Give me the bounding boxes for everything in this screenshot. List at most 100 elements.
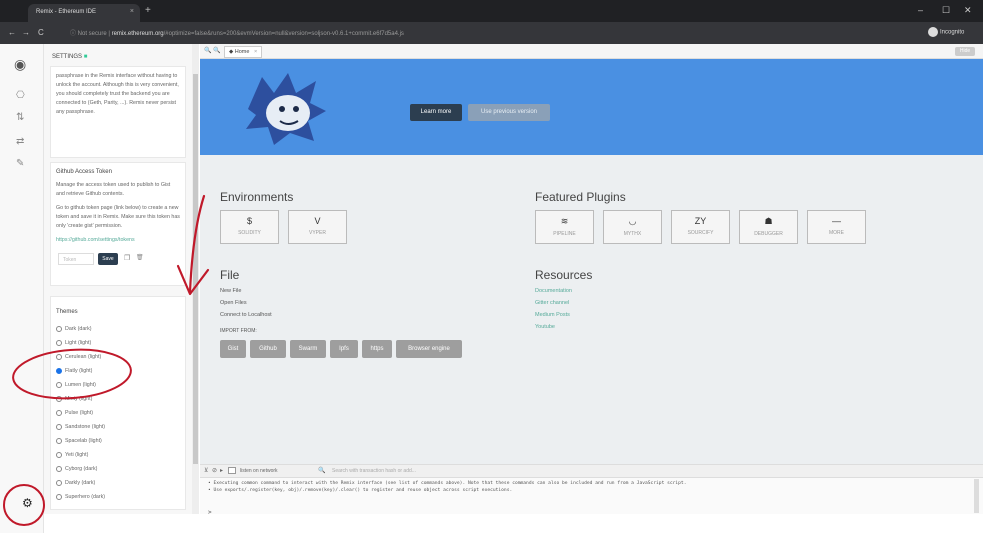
theme-option[interactable]: Yeti (light) [56, 451, 180, 465]
theme-radio[interactable] [56, 451, 62, 458]
mythx-icon: ◡ [628, 216, 637, 226]
theme-radio[interactable] [56, 325, 62, 332]
connect-localhost-link[interactable]: Connect to Localhost [220, 312, 272, 318]
new-file-link[interactable]: New File [220, 288, 241, 294]
browser-tab[interactable]: Remix - Ethereum IDE × [28, 4, 140, 22]
resources-title: Resources [535, 268, 593, 282]
file-explorer-icon[interactable]: ⎔ [16, 90, 25, 101]
deploy-icon[interactable]: ⇄ [16, 136, 24, 147]
theme-radio[interactable] [56, 339, 62, 346]
new-tab-button[interactable]: + [145, 5, 151, 16]
github-token-link[interactable]: https://github.com/settings/tokens [56, 236, 180, 245]
import-ipfs-button[interactable]: Ipfs [330, 340, 358, 358]
theme-list: Dark (dark) Light (light) Cerulean (light)… [56, 325, 180, 507]
use-previous-version-button[interactable]: Use previous version [468, 104, 550, 121]
theme-label: Cyborg (dark) [65, 466, 98, 472]
youtube-link[interactable]: Youtube [535, 324, 555, 330]
listen-checkbox[interactable] [228, 467, 236, 474]
gitter-link[interactable]: Gitter channel [535, 300, 569, 306]
minimize-icon[interactable]: – [918, 5, 923, 15]
security-indicator[interactable]: ⓘ Not secure [70, 31, 107, 37]
theme-radio[interactable] [56, 423, 62, 430]
maximize-icon[interactable]: ☐ [942, 5, 950, 16]
theme-option[interactable]: Cyborg (dark) [56, 465, 180, 479]
plugin-sourcify-button[interactable]: ZY SOURCIFY [671, 210, 730, 244]
environments-title: Environments [220, 190, 294, 204]
theme-option[interactable]: Flatly (light) [56, 367, 180, 381]
theme-option[interactable]: Darkly (dark) [56, 479, 180, 493]
theme-option[interactable]: Cerulean (light) [56, 353, 180, 367]
compiler-icon[interactable]: ⇅ [16, 112, 24, 123]
settings-gear-icon[interactable]: ⚙ [22, 496, 33, 510]
token-input[interactable]: Token [58, 253, 94, 265]
terminal-prompt[interactable]: > [208, 509, 212, 516]
hide-panel-button[interactable]: Hide [955, 47, 975, 56]
plugin-pipeline-button[interactable]: ≋ PIPELINE [535, 210, 594, 244]
plugin-debugger-button[interactable]: ☗ DEBUGGER [739, 210, 798, 244]
tab-close-icon[interactable]: × [130, 8, 134, 15]
theme-radio[interactable] [56, 465, 62, 472]
theme-radio[interactable] [56, 493, 62, 500]
copy-icon[interactable]: ❐ [124, 254, 130, 263]
theme-option[interactable]: Spacelab (light) [56, 437, 180, 451]
github-token-card: Github Access Token Manage the access to… [50, 162, 186, 286]
import-https-button[interactable]: https [362, 340, 392, 358]
save-token-button[interactable]: Save [98, 253, 118, 265]
import-github-button[interactable]: Github [250, 340, 286, 358]
settings-scrollbar[interactable] [192, 44, 199, 514]
zoom-in-icon[interactable]: 🔍 [213, 47, 220, 54]
theme-radio[interactable] [56, 367, 62, 374]
env-vyper-button[interactable]: V VYPER [288, 210, 347, 244]
tab-home[interactable]: ◆ Home × [224, 46, 263, 58]
theme-radio[interactable] [56, 353, 62, 360]
profile-avatar [928, 27, 938, 37]
remix-logo-icon[interactable]: ◉ [14, 56, 26, 73]
plugin-manager-icon[interactable]: ✎ [16, 158, 24, 169]
terminal-search-input[interactable]: Search with transaction hash or add... [332, 468, 416, 474]
theme-option[interactable]: Lumen (light) [56, 381, 180, 395]
terminal-scrollbar[interactable] [974, 479, 979, 513]
profile-button[interactable]: Incognito [928, 27, 964, 37]
theme-option[interactable]: Superhero (dark) [56, 493, 180, 507]
env-solidity-button[interactable]: $ SOLIDITY [220, 210, 279, 244]
import-gist-button[interactable]: Gist [220, 340, 246, 358]
home-tab-close-icon[interactable]: × [254, 49, 257, 55]
settings-title: SETTINGS [52, 54, 83, 60]
theme-radio[interactable] [56, 479, 62, 486]
theme-option[interactable]: Sandstone (light) [56, 423, 180, 437]
learn-more-button[interactable]: Learn more [410, 104, 462, 121]
theme-radio[interactable] [56, 437, 62, 444]
theme-radio[interactable] [56, 381, 62, 388]
close-window-icon[interactable]: ✕ [964, 5, 972, 16]
plugin-mythx-button[interactable]: ◡ MYTHX [603, 210, 662, 244]
theme-option[interactable]: Minty (light) [56, 395, 180, 409]
clear-terminal-icon[interactable]: ⊘ [212, 467, 217, 474]
toggle-terminal-icon[interactable]: ⊻ [204, 467, 208, 474]
theme-option[interactable]: Light (light) [56, 339, 180, 353]
theme-option[interactable]: Pulse (light) [56, 409, 180, 423]
pending-tx-icon[interactable]: ▸ [220, 467, 223, 474]
back-icon[interactable]: ← [8, 28, 16, 37]
passphrase-card: passphrase in the Remix interface withou… [50, 66, 186, 158]
delete-icon[interactable]: 🗑 [136, 254, 144, 263]
theme-label: Lumen (light) [65, 382, 96, 388]
github-token-title: Github Access Token [56, 169, 112, 175]
theme-label: Yeti (light) [65, 452, 89, 458]
theme-radio[interactable] [56, 395, 62, 402]
open-files-link[interactable]: Open Files [220, 300, 247, 306]
url-field[interactable]: ⓘ Not secure | remix.ethereum.org/#optim… [70, 28, 404, 37]
forward-icon[interactable]: → [22, 28, 30, 37]
theme-radio[interactable] [56, 409, 62, 416]
scrollbar-thumb[interactable] [193, 74, 198, 464]
url-host: remix.ethereum.org [111, 31, 164, 37]
documentation-link[interactable]: Documentation [535, 288, 572, 294]
import-browser-engine-button[interactable]: Browser engine [396, 340, 462, 358]
github-token-desc: Manage the access token used to publish … [56, 182, 171, 197]
medium-link[interactable]: Medium Posts [535, 312, 570, 318]
env-label: VYPER [309, 230, 326, 236]
reload-icon[interactable]: C [38, 28, 44, 37]
theme-option[interactable]: Dark (dark) [56, 325, 180, 339]
import-swarm-button[interactable]: Swarm [290, 340, 326, 358]
plugin-more-button[interactable]: — MORE [807, 210, 866, 244]
zoom-out-icon[interactable]: 🔍 [204, 47, 211, 54]
